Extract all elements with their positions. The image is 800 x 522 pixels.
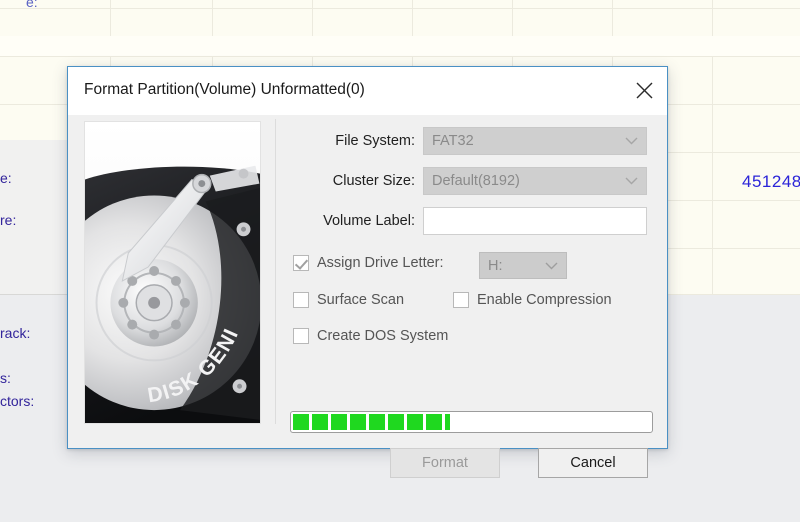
- chevron-down-icon: [625, 173, 638, 189]
- hard-disk-platter-image: DISK GENIUS: [84, 121, 261, 424]
- cancel-button[interactable]: Cancel: [538, 448, 648, 478]
- background-label-4: s:: [0, 370, 11, 386]
- volume-label-label: Volume Label:: [323, 213, 415, 229]
- background-label-1: e:: [0, 170, 12, 186]
- create-dos-system-checkbox[interactable]: [293, 328, 309, 344]
- background-value: 451248: [742, 172, 800, 191]
- volume-label-row: Volume Label:: [293, 207, 647, 235]
- surface-scan-row: Surface Scan: [293, 292, 404, 308]
- drive-letter-select[interactable]: H:: [479, 252, 567, 279]
- background-label-2: re:: [0, 212, 17, 228]
- screen: e: e: re: rack: s: ctors: 451248 Format …: [0, 0, 800, 522]
- volume-label-field-wrap: [423, 207, 647, 235]
- create-dos-system-label: Create DOS System: [317, 328, 449, 344]
- dialog-title: Format Partition(Volume) Unformatted(0): [84, 81, 365, 98]
- assign-drive-letter-label: Assign Drive Letter:: [317, 255, 444, 271]
- file-system-select[interactable]: FAT32: [423, 127, 647, 155]
- format-button[interactable]: Format: [390, 448, 500, 478]
- enable-compression-checkbox[interactable]: [453, 292, 469, 308]
- volume-label-input[interactable]: [423, 207, 647, 235]
- cluster-size-select[interactable]: Default(8192): [423, 167, 647, 195]
- dialog-divider: [275, 119, 276, 424]
- file-system-value: FAT32: [432, 133, 474, 149]
- create-dos-system-row: Create DOS System: [293, 328, 448, 344]
- close-icon[interactable]: [621, 67, 667, 113]
- file-system-row: File System: FAT32: [293, 127, 647, 155]
- dialog-titlebar: Format Partition(Volume) Unformatted(0): [68, 67, 667, 115]
- format-progress-fill: [293, 414, 451, 430]
- enable-compression-label: Enable Compression: [477, 292, 612, 308]
- background-top-label: e:: [26, 0, 38, 10]
- background-band: [0, 36, 800, 56]
- format-partition-dialog: Format Partition(Volume) Unformatted(0): [67, 66, 668, 478]
- cluster-size-label: Cluster Size:: [332, 173, 415, 189]
- surface-scan-checkbox[interactable]: [293, 292, 309, 308]
- surface-scan-label: Surface Scan: [317, 292, 405, 308]
- assign-drive-letter-row: Assign Drive Letter:: [293, 255, 444, 271]
- enable-compression-row: Enable Compression: [453, 292, 612, 308]
- chevron-down-icon: [625, 133, 638, 149]
- file-system-label: File System:: [335, 133, 415, 149]
- chevron-down-icon: [545, 258, 558, 274]
- background-label-5: ctors:: [0, 393, 35, 409]
- drive-letter-value: H:: [488, 257, 503, 274]
- dialog-body: DISK GENIUS File System: FAT32: [68, 115, 667, 478]
- format-progress-bar: [290, 411, 653, 433]
- cluster-size-row: Cluster Size: Default(8192): [293, 167, 647, 195]
- assign-drive-letter-checkbox[interactable]: [293, 255, 309, 271]
- cluster-size-value: Default(8192): [432, 173, 520, 189]
- background-label-3: rack:: [0, 325, 31, 341]
